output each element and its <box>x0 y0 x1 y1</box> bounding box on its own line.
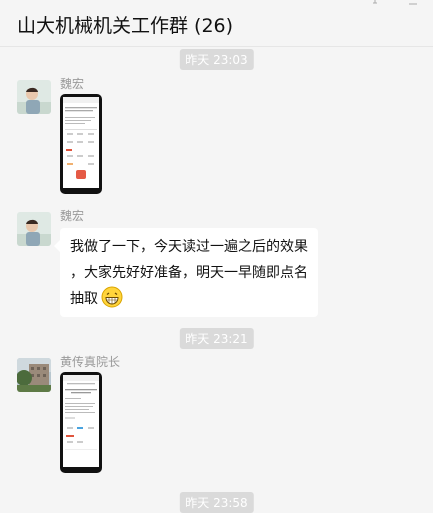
pin-icon[interactable] <box>369 0 381 6</box>
image-message[interactable] <box>60 94 102 194</box>
timestamp-badge: 昨天 23:21 <box>179 328 254 349</box>
person-avatar-icon <box>17 80 51 114</box>
minimize-icon[interactable] <box>407 0 419 6</box>
text-message-bubble[interactable]: 我做了一下，今天读过一遍之后的效果 ，大家先好好准备，明天一早随即点名 抽取 <box>54 228 318 317</box>
sender-name: 黄传真院长 <box>60 355 121 369</box>
message-line: 抽取 <box>70 286 308 312</box>
person-avatar-icon <box>17 212 51 246</box>
sender-avatar[interactable] <box>17 212 51 246</box>
sender-name: 魏宏 <box>60 77 85 91</box>
image-message[interactable] <box>60 372 102 473</box>
timestamp-badge: 昨天 23:03 <box>179 49 254 70</box>
message-line: ，大家先好好准备，明天一早随即点名 <box>70 265 308 281</box>
message-line-text: 抽取 <box>70 291 98 307</box>
phone-screenshot-thumbnail <box>63 375 99 467</box>
chat-header: 山大机械机关工作群 (26) <box>0 0 433 47</box>
building-avatar-icon <box>17 358 51 392</box>
sender-avatar[interactable] <box>17 358 51 392</box>
sender-name: 魏宏 <box>60 209 85 223</box>
window-controls <box>369 0 419 6</box>
sender-avatar[interactable] <box>17 80 51 114</box>
chat-title: 山大机械机关工作群 (26) <box>17 15 234 37</box>
phone-screenshot-thumbnail <box>63 97 99 188</box>
grin-emoji-icon <box>101 286 123 308</box>
message-line: 我做了一下，今天读过一遍之后的效果 <box>70 239 308 255</box>
